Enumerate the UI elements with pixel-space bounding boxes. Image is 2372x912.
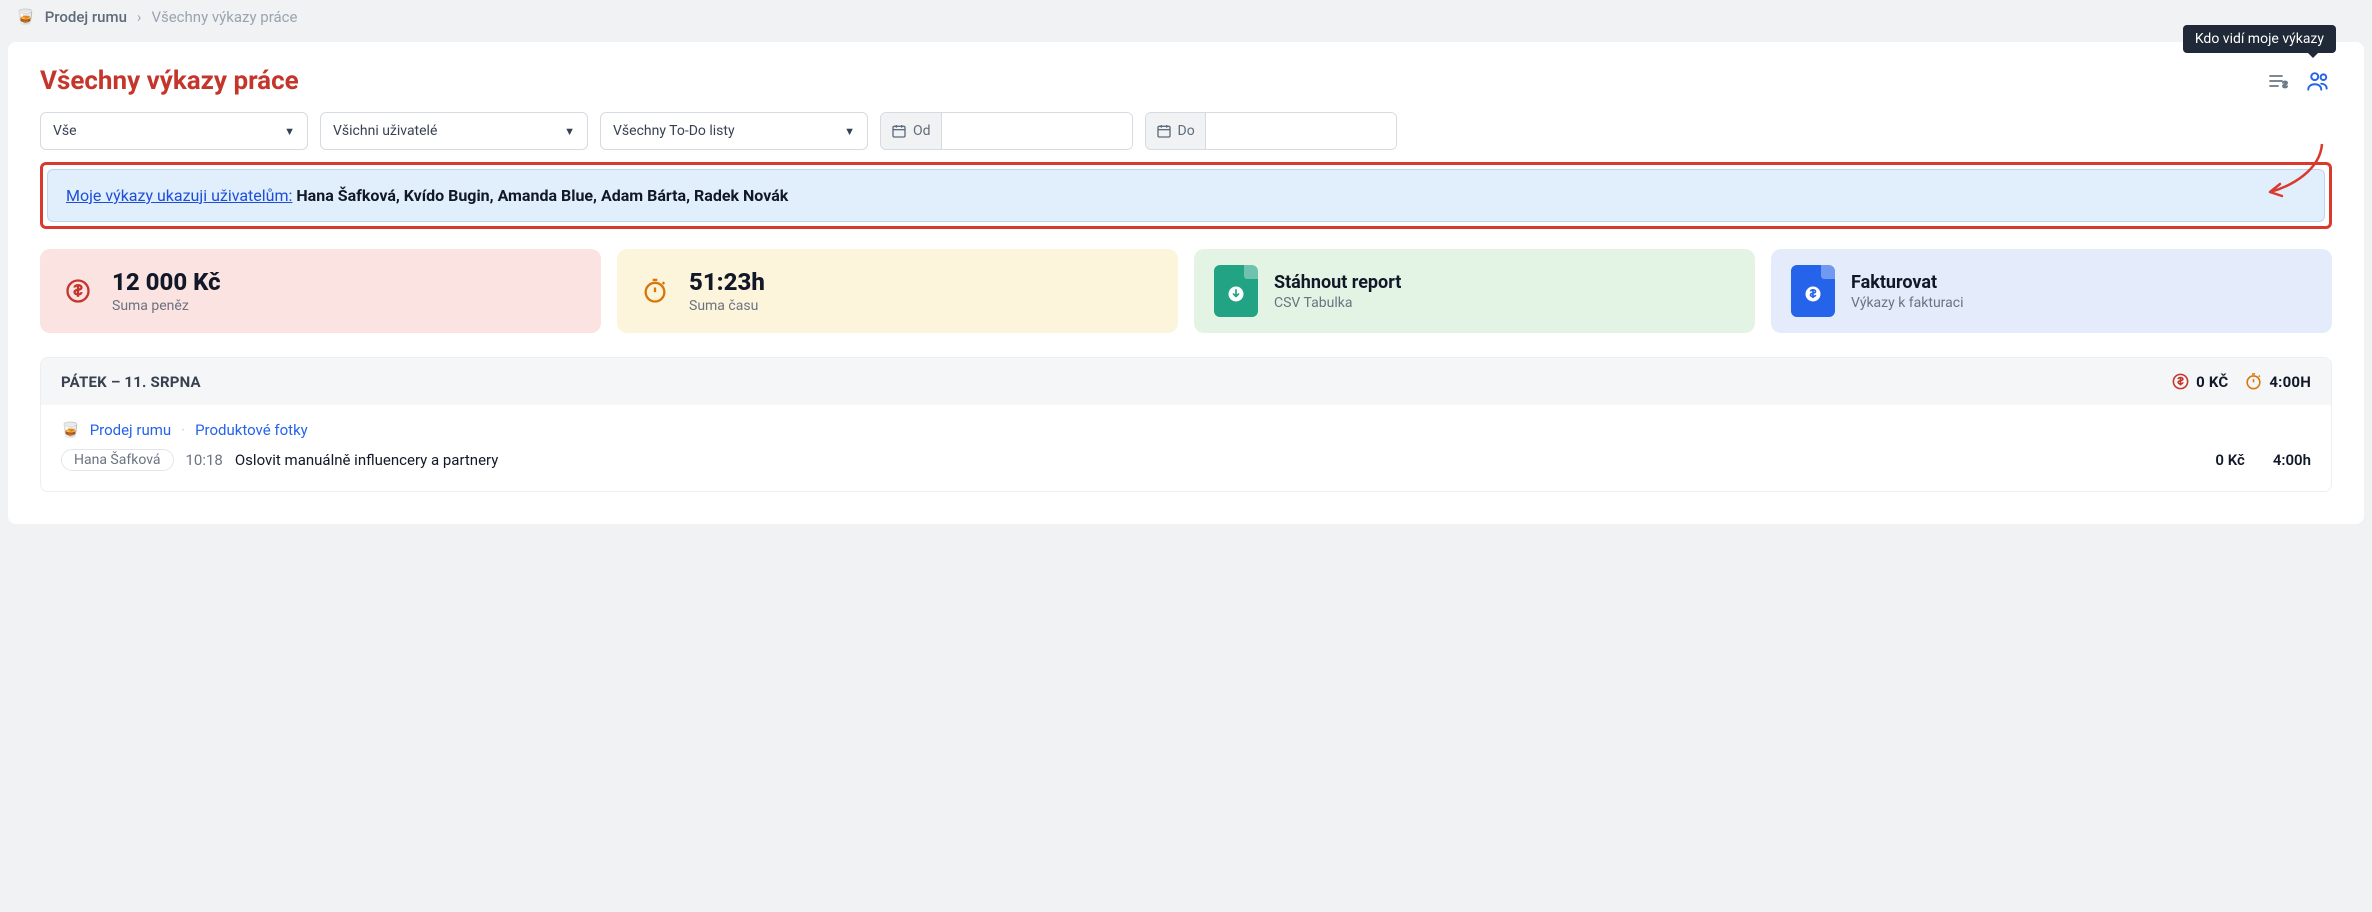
stats-row: 12 000 Kč Suma peněz 51:23h Suma času: [40, 249, 2332, 333]
breadcrumb-current: Všechny výkazy práce: [151, 8, 297, 26]
highlight-annotation: Moje výkazy ukazuji uživatelům: Hana Šaf…: [40, 162, 2332, 229]
breadcrumb-separator: ›: [137, 8, 142, 26]
tooltip-who-sees: Kdo vidí moje výkazy: [2183, 25, 2336, 53]
entry-user-chip[interactable]: Hana Šafková: [61, 449, 174, 471]
date-from-label: Od: [913, 123, 931, 139]
stat-money-label: Suma peněz: [112, 298, 221, 314]
caret-down-icon: ▼: [284, 125, 295, 138]
stat-download-subtitle: CSV Tabulka: [1274, 295, 1401, 311]
date-to-label: Do: [1178, 123, 1195, 139]
caret-down-icon: ▼: [844, 125, 855, 138]
entry-money: 0 Kč: [2215, 451, 2244, 469]
stat-invoice-title: Fakturovat: [1851, 272, 1963, 293]
filter-scope-value: Vše: [53, 123, 77, 139]
day-time: 4:00h: [2269, 373, 2311, 391]
stat-download-title: Stáhnout report: [1274, 272, 1401, 293]
filters-row: Vše ▼ Všichni uživatelé ▼ Všechny To-Do …: [40, 112, 2332, 150]
calendar-icon: [891, 123, 907, 139]
stat-time-label: Suma času: [689, 298, 765, 314]
page-title: Všechny výkazy práce: [40, 66, 299, 96]
file-invoice-icon: [1791, 265, 1835, 317]
header-actions: Kdo vidí moje výkazy: [2264, 67, 2332, 95]
stat-invoice-subtitle: Výkazy k fakturaci: [1851, 295, 1963, 311]
filter-scope-select[interactable]: Vše ▼: [40, 112, 308, 150]
date-to-prefix: Do: [1146, 113, 1206, 149]
breadcrumb: 🥃 Prodej rumu › Všechny výkazy práce: [0, 0, 2372, 34]
visibility-banner-names: Hana Šafková, Kvído Bugin, Amanda Blue, …: [296, 186, 788, 205]
visibility-banner-link[interactable]: Moje výkazy ukazuji uživatelům:: [66, 186, 292, 205]
time-entry: 🥃 Prodej rumu · Produktové fotky Hana Ša…: [41, 405, 2331, 491]
date-to-group: Do: [1145, 112, 1397, 150]
money-icon: [2171, 372, 2190, 391]
main-card: Všechny výkazy práce Kdo vidí moje výkaz…: [8, 42, 2364, 524]
day-section: Pátek – 11. srpna 0 Kč: [40, 357, 2332, 492]
filter-todos-value: Všechny To-Do listy: [613, 123, 735, 139]
separator-dot: ·: [181, 421, 185, 439]
stat-card-invoice[interactable]: Fakturovat Výkazy k fakturaci: [1771, 249, 2332, 333]
stat-card-time: 51:23h Suma času: [617, 249, 1178, 333]
calendar-icon: [1156, 123, 1172, 139]
entry-task-link[interactable]: Produktové fotky: [195, 421, 308, 439]
billing-settings-icon[interactable]: [2264, 67, 2292, 95]
date-from-input[interactable]: [942, 113, 1132, 149]
day-header: Pátek – 11. srpna 0 Kč: [41, 358, 2331, 405]
date-from-prefix: Od: [881, 113, 942, 149]
stat-time-value: 51:23h: [689, 268, 765, 296]
filter-users-value: Všichni uživatelé: [333, 123, 437, 139]
who-sees-reports-icon[interactable]: [2304, 67, 2332, 95]
stopwatch-icon: [637, 273, 673, 309]
caret-down-icon: ▼: [564, 125, 575, 138]
stat-card-money: 12 000 Kč Suma peněz: [40, 249, 601, 333]
day-money: 0 Kč: [2196, 373, 2228, 391]
stat-card-download[interactable]: Stáhnout report CSV Tabulka: [1194, 249, 1755, 333]
file-download-icon: [1214, 265, 1258, 317]
filter-todos-select[interactable]: Všechny To-Do listy ▼: [600, 112, 868, 150]
breadcrumb-project[interactable]: Prodej rumu: [45, 8, 127, 26]
entry-time: 4:00h: [2273, 451, 2311, 469]
entry-timestamp: 10:18: [186, 451, 223, 469]
day-label: Pátek – 11. srpna: [61, 373, 201, 391]
money-icon: [60, 273, 96, 309]
project-emoji: 🥃: [16, 8, 35, 26]
entry-description: Oslovit manuálně influencery a partnery: [235, 451, 2204, 469]
entry-project-emoji: 🥃: [61, 421, 80, 439]
visibility-banner: Moje výkazy ukazuji uživatelům: Hana Šaf…: [47, 169, 2325, 222]
stat-money-value: 12 000 Kč: [112, 268, 221, 296]
entry-project-link[interactable]: Prodej rumu: [90, 421, 171, 439]
date-to-input[interactable]: [1206, 113, 1396, 149]
filter-users-select[interactable]: Všichni uživatelé ▼: [320, 112, 588, 150]
stopwatch-icon: [2244, 372, 2263, 391]
date-from-group: Od: [880, 112, 1133, 150]
